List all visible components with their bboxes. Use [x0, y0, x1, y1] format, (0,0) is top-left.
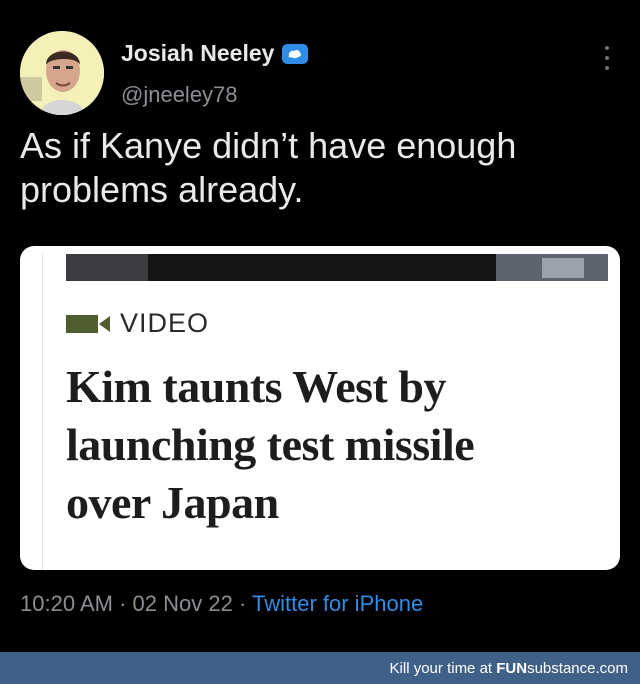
watermark-domain: .com	[595, 660, 628, 677]
video-label: VIDEO	[66, 308, 209, 339]
watermark-prefix: Kill your time at	[389, 660, 493, 677]
author-name-row[interactable]: Josiah Neeley	[121, 40, 309, 67]
author-handle[interactable]: @jneeley78	[121, 82, 238, 108]
tweet-text-line: As if Kanye didn’t have enough	[20, 125, 517, 166]
watermark-bar: Kill your time at FUNsubstance.com	[0, 652, 640, 684]
news-screenshot-card[interactable]: VIDEO Kim taunts West by launching test …	[20, 246, 620, 570]
tweet-text: As if Kanye didn’t have enough problems …	[20, 124, 610, 212]
watermark-text: Kill your time at FUNsubstance.com	[390, 660, 628, 677]
video-label-text: VIDEO	[120, 308, 210, 338]
tweet-text-line: problems already.	[20, 169, 304, 210]
article-photo-strip	[66, 254, 608, 281]
avatar[interactable]	[20, 31, 104, 115]
headline-line: launching test missile	[66, 419, 475, 470]
separator: ·	[238, 591, 247, 616]
avatar-photo	[20, 31, 104, 115]
tweet-date[interactable]: 02 Nov 22	[133, 591, 233, 616]
headline-line: over Japan	[66, 477, 279, 528]
tweet-meta: 10:20 AM · 02 Nov 22 · Twitter for iPhon…	[20, 591, 423, 617]
author-name[interactable]: Josiah Neeley	[121, 40, 274, 67]
headline-line: Kim taunts West by	[66, 361, 446, 412]
tweet-source-link[interactable]: Twitter for iPhone	[252, 591, 423, 616]
watermark-brand: substance	[527, 660, 596, 677]
antarctica-flag-icon	[282, 43, 309, 64]
tweet-time[interactable]: 10:20 AM	[20, 591, 113, 616]
divider	[42, 254, 43, 570]
article-headline: Kim taunts West by launching test missil…	[66, 358, 606, 532]
tweet: Josiah Neeley @jneeley78 As if Kanye did…	[0, 0, 640, 652]
separator: ·	[119, 591, 127, 616]
more-options-icon[interactable]	[600, 46, 614, 70]
watermark-brand-bold: FUN	[496, 660, 528, 677]
video-camera-icon	[66, 313, 112, 335]
